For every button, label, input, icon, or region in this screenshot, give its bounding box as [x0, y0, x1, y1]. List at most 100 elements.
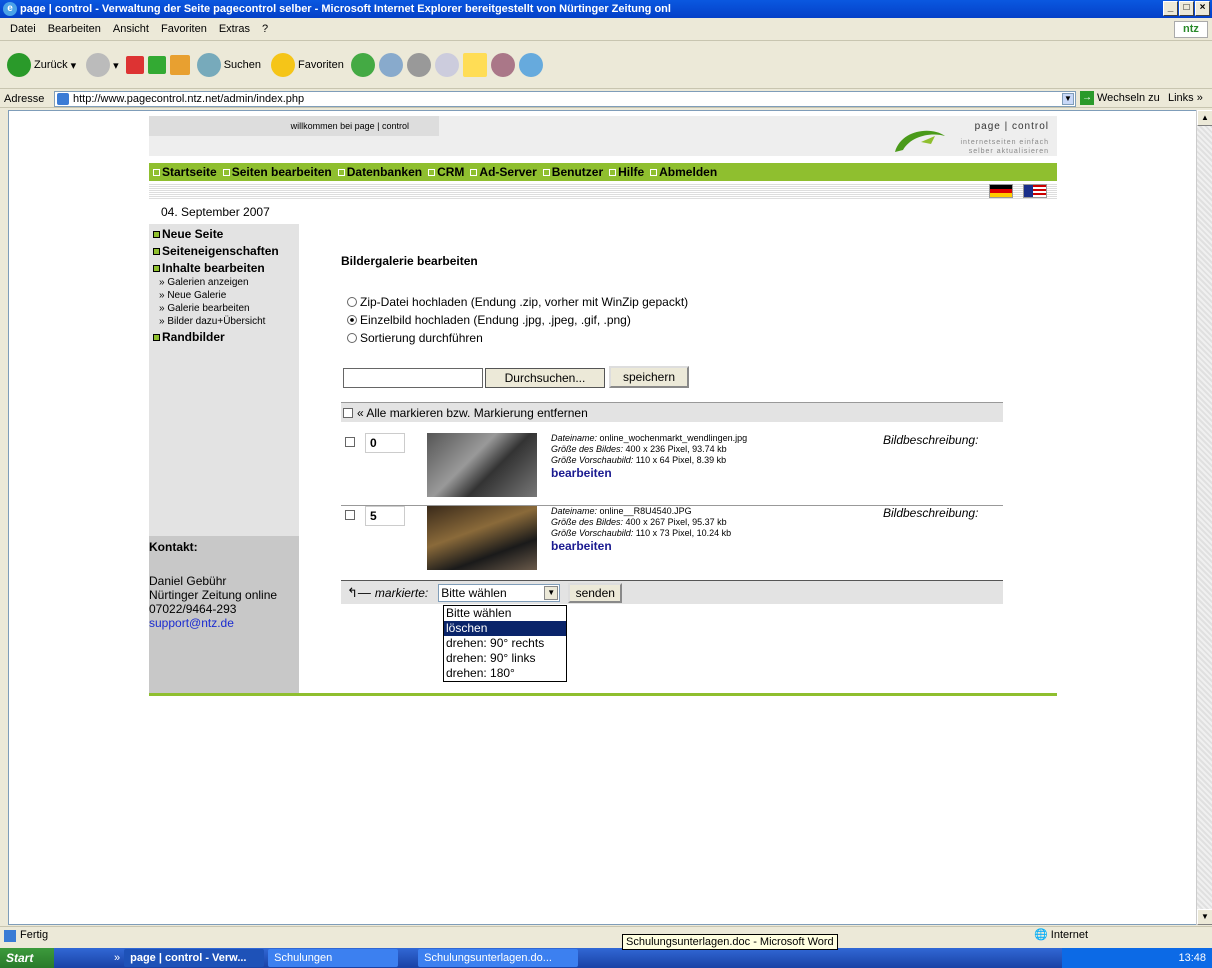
task-browser[interactable]: page | control - Verw...: [124, 949, 265, 967]
upload-form: Durchsuchen... speichern: [343, 366, 689, 388]
edit-link[interactable]: bearbeiten: [551, 467, 747, 479]
radio-checked-icon: [347, 315, 357, 325]
mark-all-row[interactable]: « Alle markieren bzw. Markierung entfern…: [341, 402, 1003, 422]
sidebar-item-neue-seite[interactable]: Neue Seite: [149, 227, 299, 241]
task-word[interactable]: Schulungsunterlagen.do...: [418, 949, 579, 967]
table-row: 0 Dateiname: online_wochenmarkt_wendling…: [341, 433, 1003, 503]
order-input[interactable]: 0: [365, 433, 405, 453]
main-content: Bildergalerie bearbeiten Zip-Datei hochl…: [309, 224, 1057, 690]
bulk-action-bar: ↰— markierte: Bitte wählen ▼ senden: [341, 580, 1003, 604]
save-button[interactable]: speichern: [609, 366, 689, 388]
menu-extras[interactable]: Extras: [213, 23, 256, 35]
menu-help[interactable]: ?: [256, 23, 274, 35]
radio-single[interactable]: Einzelbild hochladen (Endung .jpg, .jpeg…: [347, 311, 688, 329]
nav-datenbanken[interactable]: Datenbanken: [338, 165, 422, 179]
main-nav: Startseite Seiten bearbeiten Datenbanken…: [149, 163, 1057, 181]
messenger-icon[interactable]: [518, 53, 543, 77]
send-button[interactable]: senden: [568, 582, 623, 603]
menu-favoriten[interactable]: Favoriten: [155, 23, 213, 35]
search-button[interactable]: Suchen: [194, 47, 264, 83]
menu-bearbeiten[interactable]: Bearbeiten: [42, 23, 107, 35]
start-button[interactable]: Start: [0, 948, 54, 968]
nav-abmelden[interactable]: Abmelden: [650, 165, 717, 179]
sidebar-sub-bilder-dazu[interactable]: » Bilder dazu+Übersicht: [149, 316, 299, 327]
menu-datei[interactable]: Datei: [4, 23, 42, 35]
star-icon: [271, 53, 295, 77]
radio-zip[interactable]: Zip-Datei hochladen (Endung .zip, vorher…: [347, 293, 688, 311]
german-flag-icon[interactable]: [989, 184, 1013, 198]
corner-arrow-icon: ↰—: [347, 584, 371, 600]
cms-page: willkommen bei page | control page | con…: [149, 116, 1057, 696]
address-dropdown[interactable]: ▼: [1062, 93, 1074, 105]
home-icon[interactable]: [169, 55, 190, 75]
nav-hilfe[interactable]: Hilfe: [609, 165, 644, 179]
nav-seiten-bearbeiten[interactable]: Seiten bearbeiten: [223, 165, 332, 179]
edit-icon[interactable]: [434, 53, 459, 77]
menu-ansicht[interactable]: Ansicht: [107, 23, 155, 35]
radio-sort[interactable]: Sortierung durchführen: [347, 329, 688, 347]
window-title: page | control - Verwaltung der Seite pa…: [20, 3, 671, 15]
maximize-button[interactable]: □: [1179, 1, 1194, 16]
file-info: Dateiname: online_wochenmarkt_wendlingen…: [551, 433, 748, 480]
minimize-button[interactable]: _: [1163, 1, 1178, 16]
note-icon[interactable]: [462, 53, 487, 77]
contact-email-link[interactable]: support@ntz.de: [149, 616, 234, 630]
language-flags: [989, 184, 1047, 198]
contact-box: Kontakt: Daniel Gebühr Nürtinger Zeitung…: [149, 536, 299, 696]
mark-all-checkbox[interactable]: [343, 407, 353, 418]
thumbnail-image: [427, 433, 537, 497]
file-info: Dateiname: online__R8U4540.JPG Größe des…: [551, 506, 732, 553]
sidebar-sub-galerien-anzeigen[interactable]: » Galerien anzeigen: [149, 277, 299, 288]
links-button[interactable]: Links »: [1168, 92, 1203, 104]
page-title: Bildergalerie bearbeiten: [341, 254, 478, 268]
nav-startseite[interactable]: Startseite: [153, 165, 217, 179]
forward-button[interactable]: ▾: [83, 47, 122, 83]
sidebar-item-seiteneigenschaften[interactable]: Seiteneigenschaften: [149, 244, 299, 258]
nav-crm[interactable]: CRM: [428, 165, 464, 179]
option-rotate-right[interactable]: drehen: 90° rechts: [444, 636, 566, 651]
page-icon: [57, 93, 69, 105]
sidebar-sub-galerie-bearbeiten[interactable]: » Galerie bearbeiten: [149, 303, 299, 314]
upload-mode-radios: Zip-Datei hochladen (Endung .zip, vorher…: [347, 293, 688, 347]
vertical-scrollbar[interactable]: ▲ ▼: [1196, 110, 1212, 925]
option-rotate-180[interactable]: drehen: 180°: [444, 666, 566, 681]
row-checkbox[interactable]: [345, 510, 355, 520]
sidebar-item-randbilder[interactable]: Randbilder: [149, 330, 299, 344]
us-flag-icon[interactable]: [1023, 184, 1047, 198]
go-button[interactable]: → Wechseln zu: [1080, 91, 1160, 105]
option-rotate-left[interactable]: drehen: 90° links: [444, 651, 566, 666]
task-folder[interactable]: Schulungen: [268, 949, 399, 967]
back-button[interactable]: Zurück ▾: [4, 47, 79, 83]
history-icon[interactable]: [350, 53, 375, 77]
order-input[interactable]: 5: [365, 506, 405, 526]
scroll-down-icon[interactable]: ▼: [1197, 909, 1212, 925]
nav-ad-server[interactable]: Ad-Server: [470, 165, 536, 179]
close-button[interactable]: ×: [1195, 1, 1210, 16]
nav-benutzer[interactable]: Benutzer: [543, 165, 603, 179]
divider: [149, 183, 1057, 200]
edit-link[interactable]: bearbeiten: [551, 540, 731, 552]
action-select[interactable]: Bitte wählen ▼: [438, 583, 561, 602]
stop-icon[interactable]: [125, 56, 144, 74]
contact-phone: 07022/9464-293: [149, 602, 237, 616]
print-icon[interactable]: [406, 53, 431, 77]
file-path-input[interactable]: [343, 368, 483, 388]
refresh-icon[interactable]: [147, 56, 166, 74]
chevron-down-icon[interactable]: ▼: [544, 585, 559, 600]
sidebar-sub-neue-galerie[interactable]: » Neue Galerie: [149, 290, 299, 301]
page-viewport: willkommen bei page | control page | con…: [8, 110, 1198, 925]
address-input[interactable]: http://www.pagecontrol.ntz.net/admin/ind…: [54, 91, 1076, 107]
favorites-button[interactable]: Favoriten: [268, 47, 347, 83]
mail-icon[interactable]: [378, 53, 403, 77]
scroll-up-icon[interactable]: ▲: [1197, 110, 1212, 126]
sidebar-item-inhalte-bearbeiten[interactable]: Inhalte bearbeiten: [149, 261, 299, 275]
row-checkbox[interactable]: [345, 437, 355, 447]
tooltip: Schulungsunterlagen.doc - Microsoft Word: [622, 934, 838, 950]
option-bitte-waehlen[interactable]: Bitte wählen: [444, 606, 566, 621]
option-loeschen[interactable]: löschen: [444, 621, 566, 636]
quicklaunch-expand-icon[interactable]: »: [114, 952, 120, 964]
contact-name: Daniel Gebühr: [149, 574, 227, 588]
research-icon[interactable]: [490, 53, 515, 77]
browse-button[interactable]: Durchsuchen...: [485, 368, 605, 388]
radio-icon: [347, 333, 357, 343]
